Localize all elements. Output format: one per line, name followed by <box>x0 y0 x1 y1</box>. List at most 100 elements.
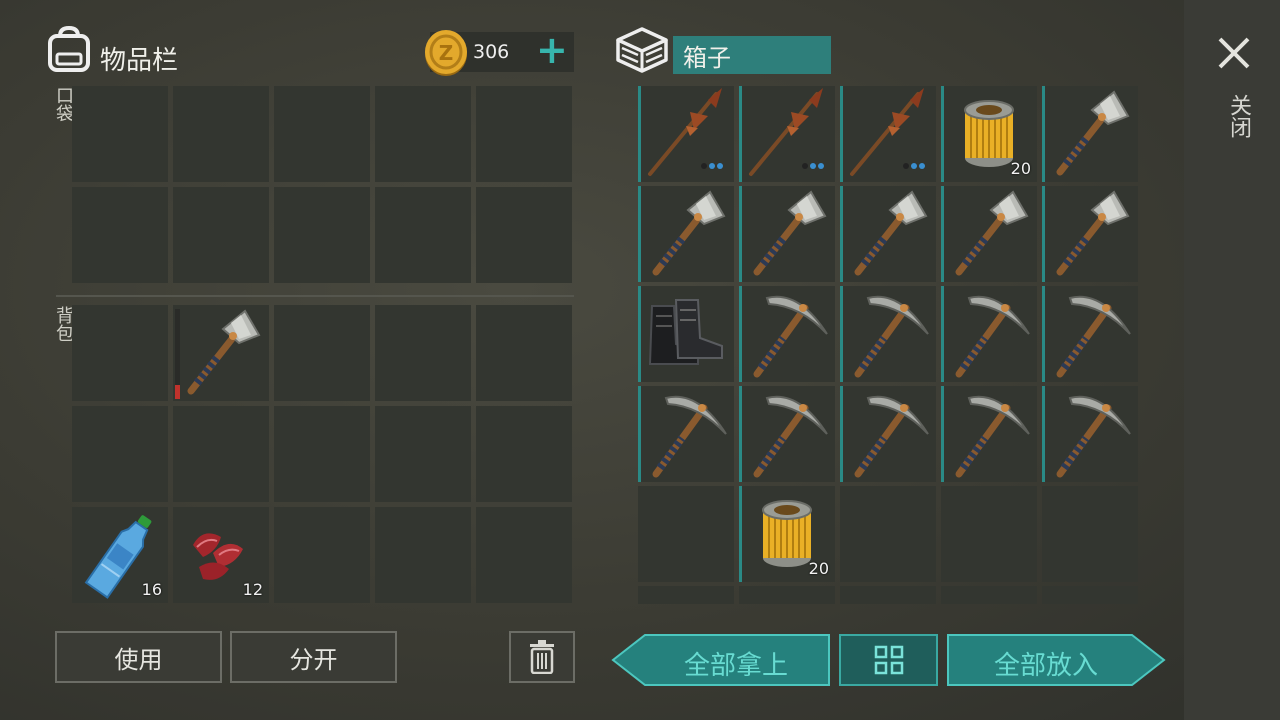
trash-button[interactable] <box>509 631 575 683</box>
backpack-slot[interactable] <box>375 507 471 603</box>
backpack-slot[interactable] <box>72 305 168 401</box>
chest-slot[interactable] <box>840 386 936 482</box>
coin-icon: Z <box>422 28 470 78</box>
hatchet-icon <box>638 186 734 282</box>
take-all-button[interactable]: 全部拿上 <box>611 633 831 687</box>
pickaxe-icon <box>941 386 1037 482</box>
chest-slot[interactable] <box>1042 386 1138 482</box>
chest-slot <box>638 586 734 604</box>
sort-button[interactable] <box>839 634 938 686</box>
backpack-slot[interactable] <box>173 305 269 401</box>
close-icon <box>1218 37 1250 69</box>
pocket-slot[interactable] <box>375 86 471 182</box>
chest-slot[interactable] <box>1042 486 1138 582</box>
boots-icon <box>638 286 734 382</box>
hatchet-icon <box>941 186 1037 282</box>
pocket-slot[interactable] <box>274 187 370 283</box>
chest-slot[interactable]: 20 <box>941 86 1037 182</box>
item-count: 16 <box>141 580 162 599</box>
pickaxe-icon <box>941 286 1037 382</box>
put-all-label: 全部放入 <box>993 651 1098 681</box>
pickaxe-icon <box>638 386 734 482</box>
pickaxe-icon <box>1042 286 1138 382</box>
spear-icon <box>638 86 734 182</box>
pocket-slot[interactable] <box>72 86 168 182</box>
chest-slot[interactable] <box>638 86 734 182</box>
item-count: 20 <box>1010 159 1031 178</box>
chest-slot[interactable] <box>941 186 1037 282</box>
section-divider <box>56 295 574 297</box>
coin-count: 306 <box>473 41 510 63</box>
item-count: 20 <box>808 559 829 578</box>
put-all-button[interactable]: 全部放入 <box>946 633 1166 687</box>
chest-slot[interactable] <box>840 286 936 382</box>
pickaxe-icon <box>739 386 835 482</box>
add-coins-button[interactable]: + <box>536 30 568 70</box>
chest-slot <box>1042 586 1138 604</box>
hatchet-icon <box>840 186 936 282</box>
backpack-slot[interactable] <box>274 406 370 502</box>
trash-icon <box>530 640 554 674</box>
backpack-icon <box>46 26 92 74</box>
pocket-slot[interactable] <box>476 86 572 182</box>
chest-slot[interactable] <box>638 286 734 382</box>
backpack-slot[interactable] <box>476 305 572 401</box>
chest-slot[interactable] <box>840 186 936 282</box>
item-count: 12 <box>242 580 263 599</box>
chest-slot[interactable] <box>941 286 1037 382</box>
chest-slot[interactable] <box>941 386 1037 482</box>
pickaxe-icon <box>840 286 936 382</box>
chest-slot <box>739 586 835 604</box>
chest-slot[interactable] <box>739 286 835 382</box>
inventory-title: 物品栏 <box>100 46 179 76</box>
hatchet-icon <box>1042 86 1138 182</box>
pickaxe-icon <box>739 286 835 382</box>
backpack-slot[interactable] <box>274 305 370 401</box>
spear-icon <box>739 86 835 182</box>
pocket-slot[interactable] <box>375 187 471 283</box>
chest-slot[interactable] <box>739 86 835 182</box>
hatchet-icon <box>739 186 835 282</box>
hatchet-icon <box>173 305 269 401</box>
backpack-slot[interactable] <box>476 507 572 603</box>
chest-title: 箱子 <box>673 36 831 74</box>
pickaxe-icon <box>840 386 936 482</box>
pickaxe-icon <box>1042 386 1138 482</box>
pocket-slot[interactable] <box>173 187 269 283</box>
pocket-slot[interactable] <box>72 187 168 283</box>
pocket-slot[interactable] <box>476 187 572 283</box>
backpack-slot[interactable] <box>375 406 471 502</box>
backpack-slot[interactable] <box>72 406 168 502</box>
chest-slot <box>840 586 936 604</box>
close-label: 关闭 <box>1226 94 1251 138</box>
chest-slot[interactable] <box>638 186 734 282</box>
chest-slot[interactable]: 20 <box>739 486 835 582</box>
backpack-slot[interactable] <box>274 507 370 603</box>
backpack-slot[interactable] <box>173 406 269 502</box>
chest-slot[interactable] <box>840 486 936 582</box>
chest-slot[interactable] <box>840 86 936 182</box>
backpack-slot[interactable]: 16 <box>72 507 168 603</box>
pocket-slot[interactable] <box>173 86 269 182</box>
pocket-slot[interactable] <box>274 86 370 182</box>
chest-slot[interactable] <box>739 386 835 482</box>
close-button[interactable]: 关闭 <box>1210 34 1258 154</box>
chest-slot[interactable] <box>638 386 734 482</box>
backpack-slot[interactable] <box>375 305 471 401</box>
backpack-slot[interactable] <box>476 406 572 502</box>
chest-slot[interactable] <box>1042 286 1138 382</box>
durability-bar <box>175 309 180 399</box>
chest-slot[interactable] <box>1042 186 1138 282</box>
split-button[interactable]: 分开 <box>230 631 397 683</box>
chest-slot[interactable] <box>638 486 734 582</box>
chest-slot[interactable] <box>941 486 1037 582</box>
hatchet-icon <box>1042 186 1138 282</box>
chest-slot[interactable] <box>739 186 835 282</box>
backpack-slot[interactable]: 12 <box>173 507 269 603</box>
use-button[interactable]: 使用 <box>55 631 222 683</box>
chest-slot[interactable] <box>1042 86 1138 182</box>
spear-icon <box>840 86 936 182</box>
chest-slot <box>941 586 1037 604</box>
grid-sort-icon <box>874 645 903 675</box>
take-all-label: 全部拿上 <box>683 651 788 681</box>
